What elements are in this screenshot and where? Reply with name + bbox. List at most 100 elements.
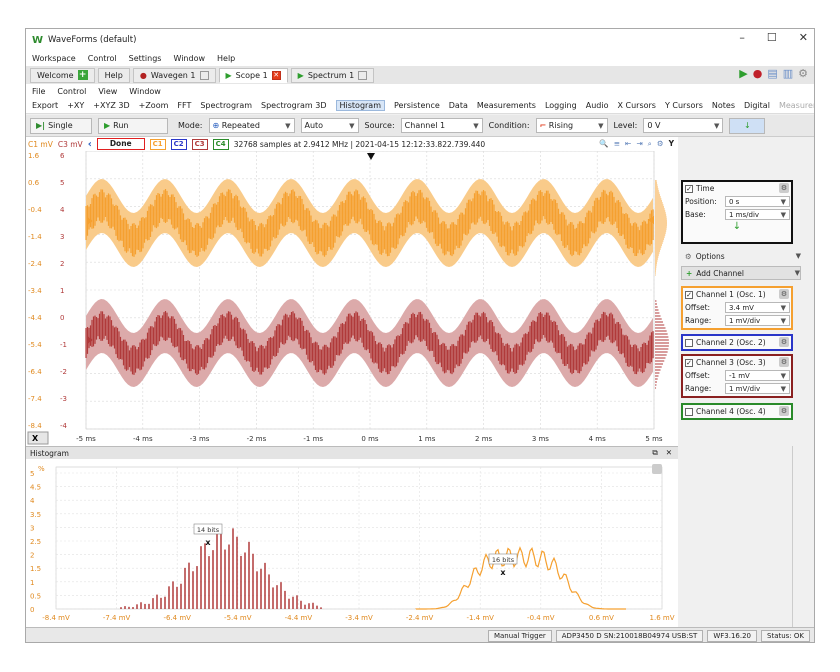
close-tab-icon[interactable] <box>199 70 209 80</box>
histogram-y-tick: 3 <box>30 524 34 532</box>
menu-file[interactable]: File <box>32 87 45 96</box>
toolbar-xyz-3d[interactable]: +XYZ 3D <box>93 101 129 110</box>
align-left-icon[interactable]: ⇤ <box>625 139 631 149</box>
layout-icon[interactable]: ▤ <box>767 67 777 80</box>
badge-c4[interactable]: C4 <box>212 138 229 150</box>
toolbar-digital[interactable]: Digital <box>744 101 770 110</box>
settings-icon[interactable]: ⚙ <box>798 67 808 80</box>
plus-icon[interactable]: + <box>77 70 88 80</box>
gear-icon[interactable]: ⚙ <box>779 357 789 367</box>
layout-split-icon[interactable]: ▥ <box>783 67 793 80</box>
chevron-left-icon[interactable]: ‹ <box>88 139 92 150</box>
status-ok[interactable]: Status: OK <box>761 630 810 642</box>
minimize-button[interactable]: – <box>739 31 745 44</box>
close-button[interactable]: ✕ <box>799 31 808 44</box>
menu-help[interactable]: Help <box>217 54 235 63</box>
badge-c1[interactable]: C1 <box>149 138 166 150</box>
toolbar-logging[interactable]: Logging <box>545 101 577 110</box>
channel-3-range-input[interactable]: 1 mV/div ▼ <box>725 383 790 394</box>
tab-help[interactable]: Help <box>97 67 130 83</box>
channel-1-checkbox[interactable]: ✓ <box>685 290 693 299</box>
run-button[interactable]: ▶ Run <box>98 117 168 134</box>
maximize-button[interactable]: ☐ <box>767 31 777 44</box>
mode-select[interactable]: ⊕ Repeated ▼ <box>208 118 295 133</box>
c1-tick-label: 1.6 <box>28 152 40 160</box>
toolbar-audio[interactable]: Audio <box>586 101 609 110</box>
channel-3-checkbox[interactable]: ✓ <box>685 358 693 367</box>
menu-window[interactable]: Window <box>129 87 161 96</box>
single-button[interactable]: ▶| Single <box>30 117 92 134</box>
c3-tick-label: 1 <box>60 287 64 295</box>
toolbar-histogram[interactable]: Histogram <box>335 100 385 111</box>
ch3-bits-label-marker[interactable]: x <box>205 538 211 547</box>
arrow-down-icon[interactable]: ↓ <box>683 221 791 232</box>
toolbar-xy[interactable]: +XY <box>67 101 84 110</box>
toolbar-x-cursors[interactable]: X Cursors <box>617 101 656 110</box>
level-input[interactable]: 0 V ▼ <box>643 118 724 133</box>
histogram-view[interactable]: % 5 4.5 4 3.5 3 2.5 2 1.5 1 0.5 0 -8.4 mV -7.4 mV -6.… <box>26 459 678 627</box>
channel-1-offset-input[interactable]: 3.4 mV ▼ <box>725 302 790 313</box>
gear-icon[interactable] <box>652 464 662 474</box>
channel-1-range-input[interactable]: 1 mV/div ▼ <box>725 315 790 326</box>
vertical-scrollbar[interactable] <box>792 446 814 627</box>
channel-2-checkbox[interactable] <box>685 338 693 347</box>
gear-icon[interactable]: ⚙ <box>779 406 789 416</box>
run-all-icon[interactable]: ▶ <box>739 67 747 80</box>
menu-settings[interactable]: Settings <box>129 54 162 63</box>
options-button[interactable]: ⚙ Options ▼ <box>681 249 801 263</box>
gear-icon[interactable]: ⚙ <box>779 289 789 299</box>
toolbar-fft[interactable]: FFT <box>177 101 191 110</box>
zoom-icon[interactable]: 🔍 <box>599 139 608 149</box>
menu-workspace[interactable]: Workspace <box>32 54 76 63</box>
menu-view[interactable]: View <box>98 87 117 96</box>
menu-window[interactable]: Window <box>173 54 205 63</box>
badge-c3[interactable]: C3 <box>191 138 208 150</box>
auto-select[interactable]: Auto ▼ <box>300 118 359 133</box>
toolbar-y-cursors[interactable]: Y Cursors <box>665 101 703 110</box>
level-arrow-button[interactable]: ↓ <box>729 117 766 134</box>
float-icon[interactable]: ⧉ <box>652 448 657 458</box>
magnify-icon[interactable]: ⌕ <box>648 139 652 149</box>
y-axis-icon[interactable]: Y <box>669 139 674 149</box>
toolbar-spectrogram[interactable]: Spectrogram <box>200 101 252 110</box>
close-tab-icon[interactable]: ✕ <box>271 70 281 80</box>
toolbar-data[interactable]: Data <box>449 101 468 110</box>
channel-4-checkbox[interactable] <box>685 407 693 416</box>
condition-label: Condition: <box>488 121 530 130</box>
toolbar-spectrogram-3d[interactable]: Spectrogram 3D <box>261 101 326 110</box>
menu-control[interactable]: Control <box>88 54 117 63</box>
tab-wavegen[interactable]: ● Wavegen 1 <box>132 67 216 83</box>
manual-trigger-button[interactable]: Manual Trigger <box>487 630 552 642</box>
gear-icon[interactable]: ⚙ <box>779 183 789 193</box>
position-input[interactable]: 0 s ▼ <box>725 196 790 207</box>
gear-icon[interactable]: ⚙ <box>657 139 664 149</box>
close-tab-icon[interactable] <box>358 70 368 80</box>
toolbar-zoom[interactable]: +Zoom <box>139 101 169 110</box>
time-checkbox[interactable]: ✓ <box>685 184 693 193</box>
badge-c2[interactable]: C2 <box>170 138 187 150</box>
gear-icon[interactable]: ⚙ <box>779 337 789 347</box>
record-icon[interactable]: ● <box>753 67 763 80</box>
tab-scope[interactable]: ▶ Scope 1 ✕ <box>218 67 288 83</box>
toolbar-notes[interactable]: Notes <box>712 101 735 110</box>
scope-plot-svg[interactable]: 1.6 6 0.6 5 -0.4 4 -1.4 3 -2.4 2 -3.4 1 -4.4 0 -5.4 -1 -… <box>26 150 678 446</box>
toolbar-measurements[interactable]: Measurements <box>477 101 536 110</box>
close-icon[interactable]: ✕ <box>666 448 672 458</box>
align-icon[interactable]: ≡ <box>614 139 620 149</box>
histogram-y-tick: 4 <box>30 497 35 505</box>
condition-select[interactable]: ⌐ Rising ▼ <box>535 118 608 133</box>
histogram-svg[interactable]: % 5 4.5 4 3.5 3 2.5 2 1.5 1 0.5 0 -8.4 mV -7.4 mV -6.… <box>26 459 678 627</box>
scope-plot[interactable]: 1.6 6 0.6 5 -0.4 4 -1.4 3 -2.4 2 -3.4 1 -4.4 0 -5.4 -1 -… <box>26 150 678 446</box>
align-right-icon[interactable]: ⇥ <box>636 139 642 149</box>
toolbar-export[interactable]: Export <box>32 101 58 110</box>
tab-spectrum[interactable]: ▶ Spectrum 1 <box>290 67 375 83</box>
channel-3-offset-input[interactable]: -1 mV ▼ <box>725 370 790 381</box>
ch1-bits-label-marker[interactable]: x <box>500 568 506 577</box>
add-channel-button[interactable]: + Add Channel ▼ <box>681 266 801 280</box>
menu-control[interactable]: Control <box>57 87 86 96</box>
source-select[interactable]: Channel 1 ▼ <box>400 118 483 133</box>
base-input[interactable]: 1 ms/div ▼ <box>725 209 790 220</box>
toolbar-persistence[interactable]: Persistence <box>394 101 440 110</box>
toolbar-digital-measurements[interactable]: Measurements <box>779 101 814 110</box>
tab-welcome[interactable]: Welcome + <box>30 67 95 83</box>
